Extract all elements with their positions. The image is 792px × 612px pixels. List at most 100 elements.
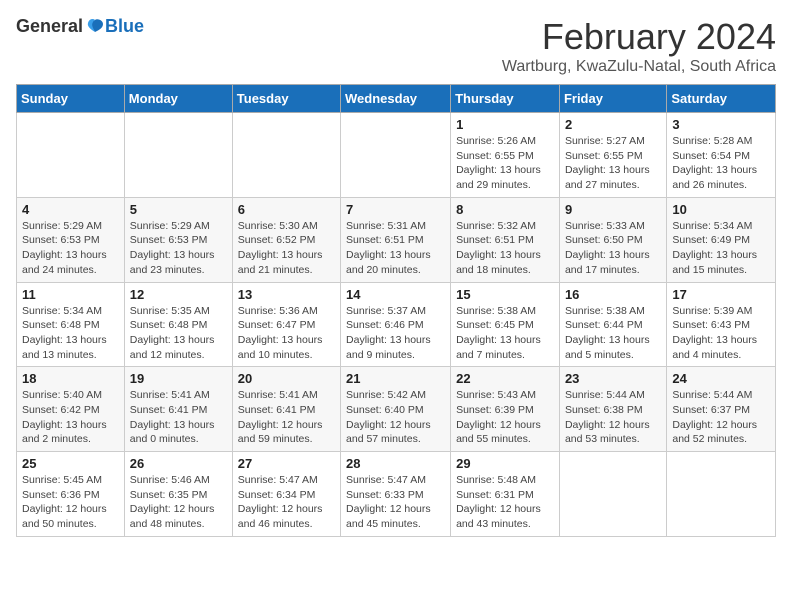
day-info: Sunrise: 5:41 AM Sunset: 6:41 PM Dayligh… — [130, 388, 227, 447]
day-number: 4 — [22, 202, 119, 217]
day-number: 27 — [238, 456, 335, 471]
calendar-week-row: 25 Sunrise: 5:45 AM Sunset: 6:36 PM Dayli… — [17, 452, 776, 537]
calendar-cell: 1Sunrise: 5:26 AM Sunset: 6:55 PM Daylig… — [451, 113, 560, 198]
day-number: 28 — [346, 456, 445, 471]
calendar-cell: 13 Sunrise: 5:36 AM Sunset: 6:47 PM Dayli… — [232, 282, 340, 367]
calendar-cell — [341, 113, 451, 198]
day-info: Sunrise: 5:29 AM Sunset: 6:53 PM Dayligh… — [130, 219, 227, 278]
day-number: 8 — [456, 202, 554, 217]
day-number: 2 — [565, 117, 661, 132]
calendar-day-header: Tuesday — [232, 85, 340, 113]
calendar-cell: 28 Sunrise: 5:47 AM Sunset: 6:33 PM Dayli… — [341, 452, 451, 537]
day-number: 3 — [672, 117, 770, 132]
day-number: 25 — [22, 456, 119, 471]
calendar-table: SundayMondayTuesdayWednesdayThursdayFrid… — [16, 84, 776, 537]
day-info: Sunrise: 5:34 AM Sunset: 6:49 PM Dayligh… — [672, 219, 770, 278]
calendar-cell — [124, 113, 232, 198]
day-info: Sunrise: 5:41 AM Sunset: 6:41 PM Dayligh… — [238, 388, 335, 447]
calendar-cell: 17Sunrise: 5:39 AM Sunset: 6:43 PM Dayli… — [667, 282, 776, 367]
day-number: 26 — [130, 456, 227, 471]
calendar-cell — [17, 113, 125, 198]
day-info: Sunrise: 5:28 AM Sunset: 6:54 PM Dayligh… — [672, 134, 770, 193]
day-info: Sunrise: 5:38 AM Sunset: 6:45 PM Dayligh… — [456, 304, 554, 363]
day-number: 12 — [130, 287, 227, 302]
day-info: Sunrise: 5:40 AM Sunset: 6:42 PM Dayligh… — [22, 388, 119, 447]
day-info: Sunrise: 5:37 AM Sunset: 6:46 PM Dayligh… — [346, 304, 445, 363]
calendar-cell: 5 Sunrise: 5:29 AM Sunset: 6:53 PM Daylig… — [124, 197, 232, 282]
day-number: 23 — [565, 371, 661, 386]
calendar-cell — [667, 452, 776, 537]
day-info: Sunrise: 5:47 AM Sunset: 6:33 PM Dayligh… — [346, 473, 445, 532]
day-number: 7 — [346, 202, 445, 217]
calendar-cell: 14Sunrise: 5:37 AM Sunset: 6:46 PM Dayli… — [341, 282, 451, 367]
day-number: 20 — [238, 371, 335, 386]
day-number: 5 — [130, 202, 227, 217]
title-block: February 2024 Wartburg, KwaZulu-Natal, S… — [502, 16, 776, 76]
calendar-cell: 22 Sunrise: 5:43 AM Sunset: 6:39 PM Dayli… — [451, 367, 560, 452]
day-number: 29 — [456, 456, 554, 471]
calendar-cell: 18 Sunrise: 5:40 AM Sunset: 6:42 PM Dayli… — [17, 367, 125, 452]
day-info: Sunrise: 5:34 AM Sunset: 6:48 PM Dayligh… — [22, 304, 119, 363]
calendar-week-row: 1Sunrise: 5:26 AM Sunset: 6:55 PM Daylig… — [17, 113, 776, 198]
day-info: Sunrise: 5:46 AM Sunset: 6:35 PM Dayligh… — [130, 473, 227, 532]
location-text: Wartburg, KwaZulu-Natal, South Africa — [502, 58, 776, 76]
day-info: Sunrise: 5:48 AM Sunset: 6:31 PM Dayligh… — [456, 473, 554, 532]
day-number: 18 — [22, 371, 119, 386]
day-info: Sunrise: 5:30 AM Sunset: 6:52 PM Dayligh… — [238, 219, 335, 278]
calendar-cell: 19 Sunrise: 5:41 AM Sunset: 6:41 PM Dayli… — [124, 367, 232, 452]
day-number: 19 — [130, 371, 227, 386]
day-number: 10 — [672, 202, 770, 217]
calendar-cell: 2Sunrise: 5:27 AM Sunset: 6:55 PM Daylig… — [559, 113, 666, 198]
day-info: Sunrise: 5:43 AM Sunset: 6:39 PM Dayligh… — [456, 388, 554, 447]
day-number: 13 — [238, 287, 335, 302]
calendar-header-row: SundayMondayTuesdayWednesdayThursdayFrid… — [17, 85, 776, 113]
calendar-cell: 16 Sunrise: 5:38 AM Sunset: 6:44 PM Dayli… — [559, 282, 666, 367]
calendar-cell: 26 Sunrise: 5:46 AM Sunset: 6:35 PM Dayli… — [124, 452, 232, 537]
logo: General Blue — [16, 16, 144, 37]
calendar-day-header: Monday — [124, 85, 232, 113]
day-info: Sunrise: 5:45 AM Sunset: 6:36 PM Dayligh… — [22, 473, 119, 532]
calendar-day-header: Wednesday — [341, 85, 451, 113]
calendar-cell: 3 Sunrise: 5:28 AM Sunset: 6:54 PM Daylig… — [667, 113, 776, 198]
calendar-week-row: 18 Sunrise: 5:40 AM Sunset: 6:42 PM Dayli… — [17, 367, 776, 452]
calendar-cell: 7 Sunrise: 5:31 AM Sunset: 6:51 PM Daylig… — [341, 197, 451, 282]
calendar-cell: 4 Sunrise: 5:29 AM Sunset: 6:53 PM Daylig… — [17, 197, 125, 282]
month-title: February 2024 — [502, 16, 776, 58]
day-info: Sunrise: 5:31 AM Sunset: 6:51 PM Dayligh… — [346, 219, 445, 278]
day-info: Sunrise: 5:29 AM Sunset: 6:53 PM Dayligh… — [22, 219, 119, 278]
calendar-cell: 10 Sunrise: 5:34 AM Sunset: 6:49 PM Dayli… — [667, 197, 776, 282]
day-info: Sunrise: 5:38 AM Sunset: 6:44 PM Dayligh… — [565, 304, 661, 363]
calendar-day-header: Thursday — [451, 85, 560, 113]
day-number: 16 — [565, 287, 661, 302]
calendar-day-header: Friday — [559, 85, 666, 113]
day-number: 24 — [672, 371, 770, 386]
day-number: 17 — [672, 287, 770, 302]
day-info: Sunrise: 5:35 AM Sunset: 6:48 PM Dayligh… — [130, 304, 227, 363]
calendar-week-row: 11 Sunrise: 5:34 AM Sunset: 6:48 PM Dayli… — [17, 282, 776, 367]
calendar-cell: 15Sunrise: 5:38 AM Sunset: 6:45 PM Dayli… — [451, 282, 560, 367]
calendar-cell: 23 Sunrise: 5:44 AM Sunset: 6:38 PM Dayli… — [559, 367, 666, 452]
day-info: Sunrise: 5:44 AM Sunset: 6:37 PM Dayligh… — [672, 388, 770, 447]
day-number: 9 — [565, 202, 661, 217]
day-info: Sunrise: 5:42 AM Sunset: 6:40 PM Dayligh… — [346, 388, 445, 447]
day-number: 21 — [346, 371, 445, 386]
day-number: 11 — [22, 287, 119, 302]
calendar-cell: 12 Sunrise: 5:35 AM Sunset: 6:48 PM Dayli… — [124, 282, 232, 367]
calendar-cell: 20 Sunrise: 5:41 AM Sunset: 6:41 PM Dayli… — [232, 367, 340, 452]
day-info: Sunrise: 5:44 AM Sunset: 6:38 PM Dayligh… — [565, 388, 661, 447]
calendar-week-row: 4 Sunrise: 5:29 AM Sunset: 6:53 PM Daylig… — [17, 197, 776, 282]
calendar-day-header: Saturday — [667, 85, 776, 113]
day-info: Sunrise: 5:47 AM Sunset: 6:34 PM Dayligh… — [238, 473, 335, 532]
calendar-cell: 27 Sunrise: 5:47 AM Sunset: 6:34 PM Dayli… — [232, 452, 340, 537]
day-info: Sunrise: 5:32 AM Sunset: 6:51 PM Dayligh… — [456, 219, 554, 278]
logo-general-text: General — [16, 16, 83, 37]
day-info: Sunrise: 5:36 AM Sunset: 6:47 PM Dayligh… — [238, 304, 335, 363]
calendar-day-header: Sunday — [17, 85, 125, 113]
calendar-cell: 11 Sunrise: 5:34 AM Sunset: 6:48 PM Dayli… — [17, 282, 125, 367]
calendar-cell: 25 Sunrise: 5:45 AM Sunset: 6:36 PM Dayli… — [17, 452, 125, 537]
page-header: General Blue February 2024 Wartburg, Kwa… — [16, 16, 776, 76]
logo-bird-icon — [85, 18, 105, 36]
calendar-cell: 29 Sunrise: 5:48 AM Sunset: 6:31 PM Dayli… — [451, 452, 560, 537]
day-info: Sunrise: 5:33 AM Sunset: 6:50 PM Dayligh… — [565, 219, 661, 278]
day-number: 22 — [456, 371, 554, 386]
